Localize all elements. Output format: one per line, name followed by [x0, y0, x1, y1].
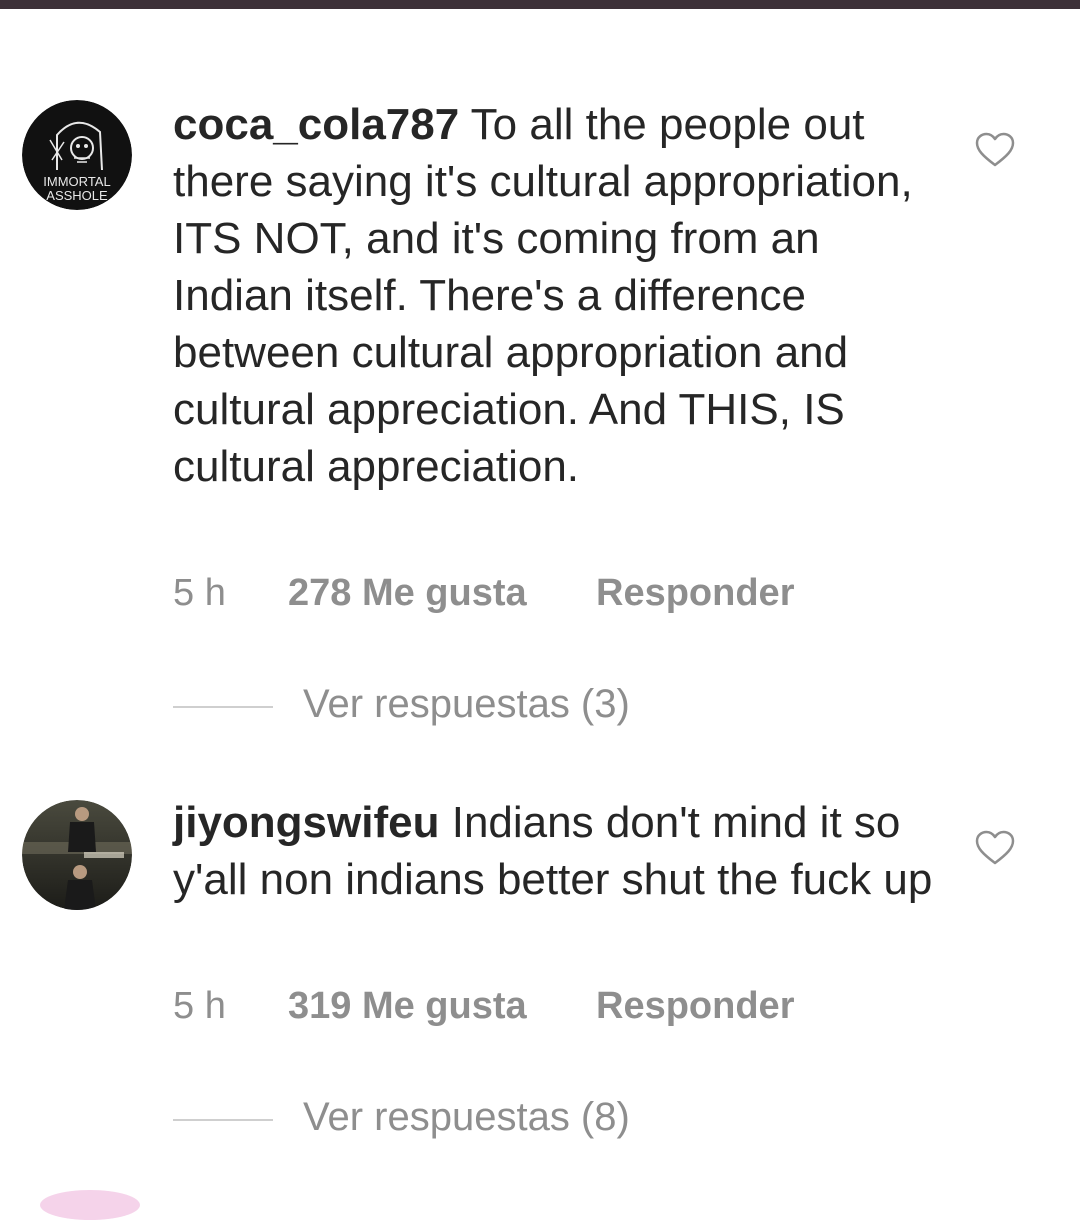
avatar[interactable]: [22, 800, 132, 910]
comment-time: 5 h: [173, 985, 226, 1027]
avatar-text-2: ASSHOLE: [46, 188, 108, 203]
view-replies-button[interactable]: Ver respuestas (8): [173, 1095, 873, 1145]
comment-time: 5 h: [173, 572, 226, 614]
view-replies-button[interactable]: Ver respuestas (3): [173, 682, 873, 732]
heart-outline-icon[interactable]: [975, 132, 1015, 168]
reply-button[interactable]: Responder: [596, 572, 794, 615]
replies-divider: [173, 706, 273, 708]
avatar-image: IMMORTAL ASSHOLE: [22, 100, 132, 210]
comment-likes[interactable]: 278 Me gusta: [288, 572, 527, 615]
avatar-text-1: IMMORTAL: [43, 174, 110, 189]
comment-body: coca_cola787 To all the people out there…: [173, 96, 933, 495]
comment-username[interactable]: coca_cola787: [173, 100, 459, 149]
comment-username[interactable]: jiyongswifeu: [173, 798, 439, 847]
comment-text: To all the people out there saying it's …: [173, 100, 913, 491]
comment-body: jiyongswifeu Indians don't mind it so y'…: [173, 794, 933, 908]
next-comment-avatar: [40, 1190, 140, 1220]
comment-likes[interactable]: 319 Me gusta: [288, 985, 527, 1028]
heart-outline-icon[interactable]: [975, 830, 1015, 866]
avatar-image: [22, 800, 132, 910]
view-replies-label: Ver respuestas (8): [303, 1095, 630, 1139]
view-replies-label: Ver respuestas (3): [303, 682, 630, 726]
avatar[interactable]: IMMORTAL ASSHOLE: [22, 100, 132, 210]
status-bar: [0, 0, 1080, 9]
reply-button[interactable]: Responder: [596, 985, 794, 1028]
replies-divider: [173, 1119, 273, 1121]
